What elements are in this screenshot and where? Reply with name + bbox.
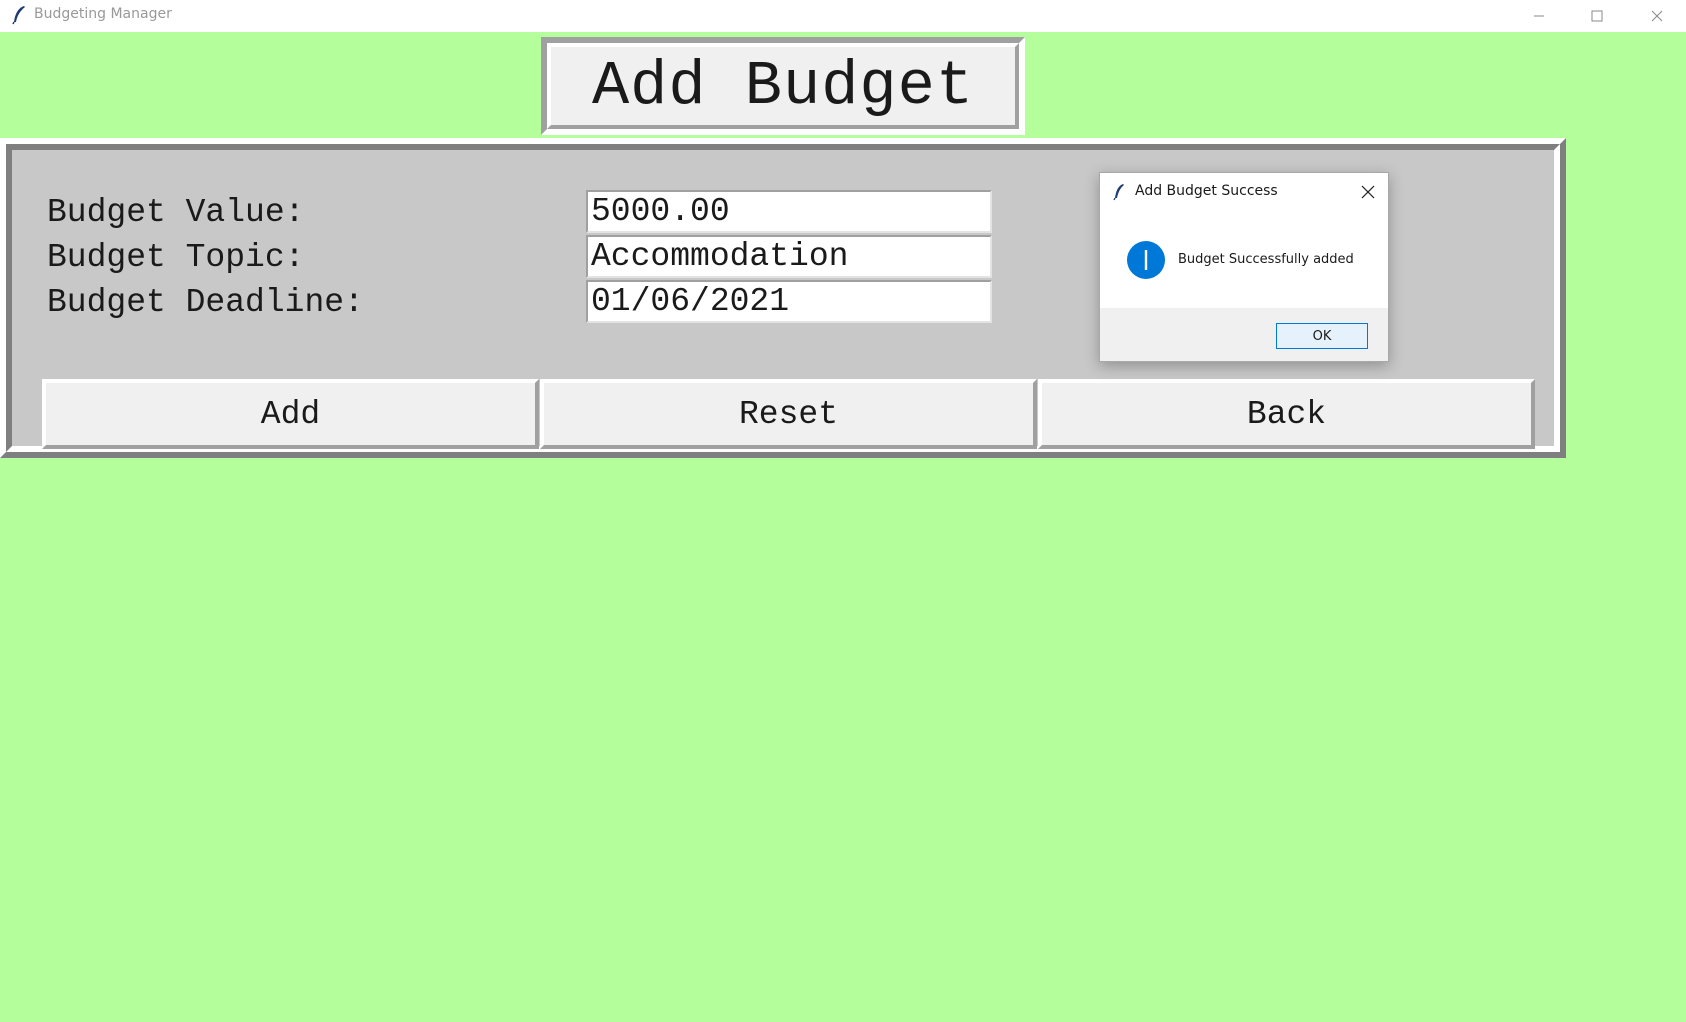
close-icon <box>1361 185 1375 199</box>
minimize-button[interactable] <box>1510 0 1568 32</box>
budget-deadline-input[interactable] <box>586 280 992 323</box>
add-budget-success-dialog[interactable]: Add Budget Success Budget Successfully a… <box>1099 172 1389 362</box>
close-window-button[interactable] <box>1628 0 1686 32</box>
feather-icon <box>10 5 28 25</box>
add-button[interactable]: Add <box>42 379 539 449</box>
window-titlebar[interactable]: Budgeting Manager <box>0 0 1686 32</box>
app-client-area: Add Budget Budget Value: Budget Topic: B… <box>0 32 1686 1022</box>
reset-button[interactable]: Reset <box>540 379 1037 449</box>
dialog-footer: OK <box>1100 308 1388 361</box>
ok-button[interactable]: OK <box>1276 323 1368 349</box>
window-title: Budgeting Manager <box>34 6 172 22</box>
page-title: Add Budget <box>591 50 975 122</box>
page-heading-box: Add Budget <box>541 37 1025 135</box>
budget-deadline-label: Budget Deadline: <box>47 284 364 321</box>
budget-topic-input[interactable] <box>586 235 992 278</box>
maximize-button[interactable] <box>1568 0 1626 32</box>
dialog-close-button[interactable] <box>1356 181 1380 203</box>
dialog-message: Budget Successfully added <box>1178 252 1354 267</box>
budget-value-label: Budget Value: <box>47 194 305 231</box>
dialog-title: Add Budget Success <box>1135 183 1278 199</box>
info-icon <box>1127 241 1165 279</box>
back-button[interactable]: Back <box>1038 379 1535 449</box>
budget-topic-label: Budget Topic: <box>47 239 305 276</box>
feather-icon <box>1112 183 1126 201</box>
budget-value-input[interactable] <box>586 190 992 233</box>
